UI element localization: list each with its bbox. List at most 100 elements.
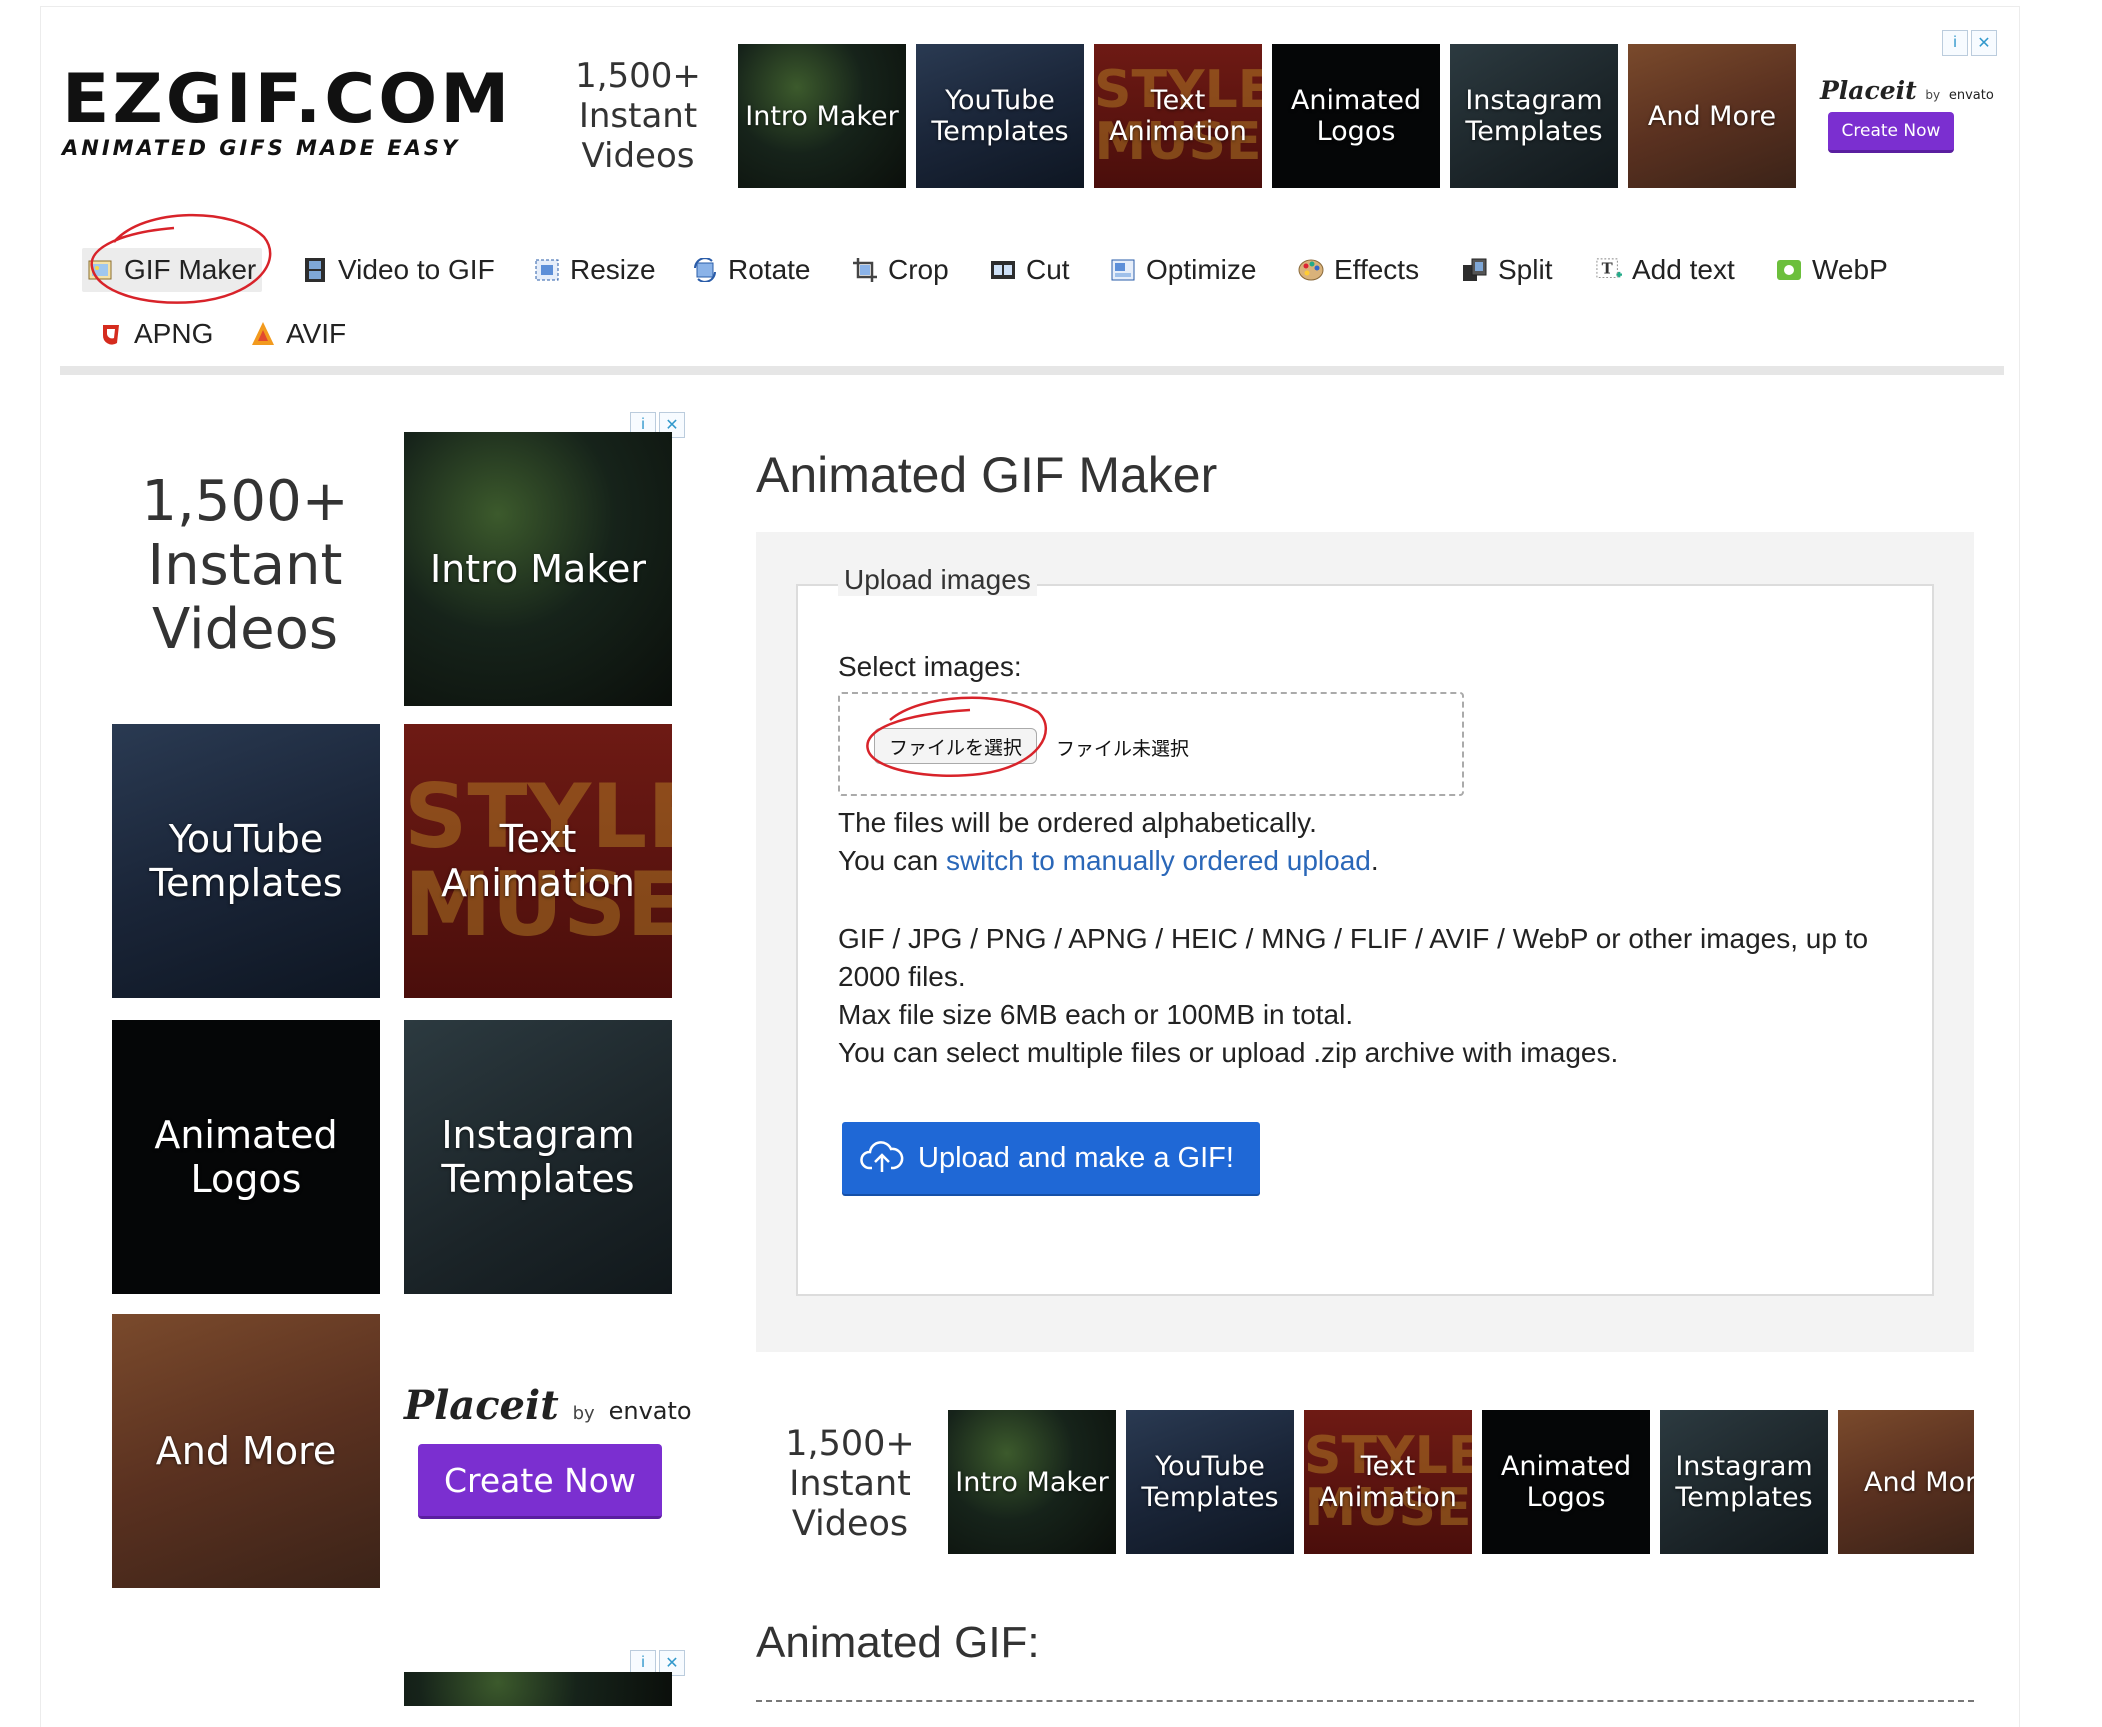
nav-divider [60,366,2004,375]
file-dropzone[interactable]: ファイルを選択 ファイル未選択 [838,692,1464,796]
nav-optimize[interactable]: Optimize [1110,248,1256,292]
promo-count: 1,500+ [575,56,701,96]
tile-label-line: Animated [154,1113,338,1157]
tile-label: And More [155,1429,337,1473]
promo-videos: Videos [151,597,339,662]
nav-rotate[interactable]: Rotate [692,248,811,292]
tile-label-line: Templates [1141,1482,1279,1513]
nav-split[interactable]: Split [1462,248,1552,292]
nav-label: AVIF [286,318,347,349]
tile-label-line: Templates [441,1157,635,1201]
tile-label-line: Logos [1316,116,1396,147]
tile-label-line: Instagram [1465,85,1603,116]
promo-count: 1,500+ [141,469,349,534]
top-ad-tile-intro[interactable]: Intro Maker [738,44,906,188]
nav-webp[interactable]: WebP [1776,248,1888,292]
nav-label: Cut [1026,254,1070,285]
nav-label: Add text [1632,254,1735,285]
brand-name: Placeit [1820,76,1917,105]
tile-label-line: Animation [1319,1482,1457,1513]
tile-label-line: YouTube [168,817,324,861]
tile-label-line: YouTube [1155,1451,1265,1482]
nav-label: GIF Maker [124,254,257,285]
brand-envato: envato [1948,88,1994,103]
nav-gif-maker[interactable]: GIF Maker [82,248,263,292]
sidebar-ad-tile-instagram[interactable]: Instagram Templates [404,1020,672,1294]
result-dropzone-edge [756,1700,1974,1722]
sidebar-ad-promo-text: 1,500+ Instant Videos [110,470,380,662]
tile-label-line: Animated [1500,1451,1632,1482]
nav-resize[interactable]: Resize [534,248,656,292]
result-section-title: Animated GIF: [756,1618,1040,1667]
top-ad-promo-text: 1,500+ Instant Videos [572,56,704,176]
top-ad-brand: Placeit by envato [1820,76,1994,105]
mid-ad-tile-more[interactable]: And Mor [1838,1410,1974,1554]
mid-ad-tile-instagram[interactable]: Instagram Templates [1660,1410,1828,1554]
nav-apng[interactable]: APNG [98,312,213,356]
upload-panel: Upload images Select images: ファイルを選択 ファイ… [756,532,1974,1352]
sidebar-ad-tile-more[interactable]: And More [112,1314,380,1588]
mid-ad-tile-intro[interactable]: Intro Maker [948,1410,1116,1554]
upload-fieldset: Upload images Select images: ファイルを選択 ファイ… [796,564,1934,1296]
mid-ad-promo-text: 1,500+ Instant Videos [780,1424,920,1544]
nav-label: Video to GIF [338,254,495,285]
tile-label: Animated Logos [1291,85,1421,147]
manual-order-link[interactable]: switch to manually ordered upload [946,845,1371,876]
nav-effects[interactable]: Effects [1298,248,1419,292]
tile-label: Animated Logos [154,1113,337,1201]
tile-label-line: Animated [1290,85,1422,116]
site-logo[interactable]: EZGIF.COM ANIMATED GIFS MADE EASY [62,66,522,161]
tile-label: YouTube Templates [931,85,1068,147]
sidebar-ad-tile-logos[interactable]: Animated Logos [112,1020,380,1294]
tile-label: Animated Logos [1501,1451,1631,1513]
tile-label-line: Animation [1109,116,1247,147]
apng-icon [98,321,124,347]
sidebar-ad2-tile[interactable] [404,1672,672,1706]
top-ad-tile-instagram[interactable]: Instagram Templates [1450,44,1618,188]
tile-label: Intro Maker [955,1466,1109,1498]
nav-label: Split [1498,254,1553,285]
nav-label: Effects [1334,254,1420,285]
tile-label-line: Templates [1675,1482,1813,1513]
ad-close-icon[interactable]: ✕ [1971,30,1997,56]
nav-label: Resize [570,254,656,285]
rotate-icon [692,257,718,283]
tile-label: Instagram Templates [1465,85,1602,147]
nav-label: APNG [134,318,214,349]
promo-videos: Videos [791,1504,909,1544]
top-ad-choices[interactable]: i ✕ [1942,30,1997,56]
tile-label: Intro Maker [429,547,647,591]
formats-line-2: 2000 files. [838,961,966,992]
mid-ad-tile-youtube[interactable]: YouTube Templates [1126,1410,1294,1554]
nav-avif[interactable]: AVIF [250,312,346,356]
choose-file-button[interactable]: ファイルを選択 [874,728,1038,764]
tile-label: And More [1647,100,1777,132]
sidebar-ad-tile-youtube[interactable]: YouTube Templates [112,724,380,998]
promo-instant: Instant [147,533,343,598]
sidebar-ad-tile-text-animation[interactable]: STYLEMUSE Text Animation [404,724,672,998]
cut-icon [990,257,1016,283]
brand-envato: envato [608,1397,692,1425]
ad-info-icon[interactable]: i [1942,30,1968,56]
sidebar-ad-tile-intro[interactable]: Intro Maker [404,432,672,706]
top-ad-tile-more[interactable]: And More [1628,44,1796,188]
nav-label: WebP [1812,254,1888,285]
tile-label: And Mor [1864,1466,1974,1498]
multi-file-note: You can select multiple files or upload … [838,1037,1619,1068]
top-ad-tile-logos[interactable]: Animated Logos [1272,44,1440,188]
webp-icon [1776,257,1802,283]
top-ad-tile-text-animation[interactable]: STYLE MUSE Text Animation [1094,44,1262,188]
top-ad-tile-youtube[interactable]: YouTube Templates [916,44,1084,188]
tile-label-line: Instagram [1675,1451,1813,1482]
mid-ad-tile-text-animation[interactable]: STYLE MUSE Text Animation [1304,1410,1472,1554]
nav-crop[interactable]: Crop [852,248,949,292]
nav-cut[interactable]: Cut [990,248,1070,292]
sidebar-ad-create-now-button[interactable]: Create Now [418,1444,662,1519]
top-ad-create-now-button[interactable]: Create Now [1828,112,1954,153]
nav-video-to-gif[interactable]: Video to GIF [302,248,495,292]
nav-add-text[interactable]: T Add text [1596,248,1735,292]
max-size-note: Max file size 6MB each or 100MB in total… [838,999,1354,1030]
mid-ad-tile-logos[interactable]: Animated Logos [1482,1410,1650,1554]
promo-count: 1,500+ [785,1424,915,1464]
upload-make-gif-button[interactable]: Upload and make a GIF! [842,1122,1260,1194]
